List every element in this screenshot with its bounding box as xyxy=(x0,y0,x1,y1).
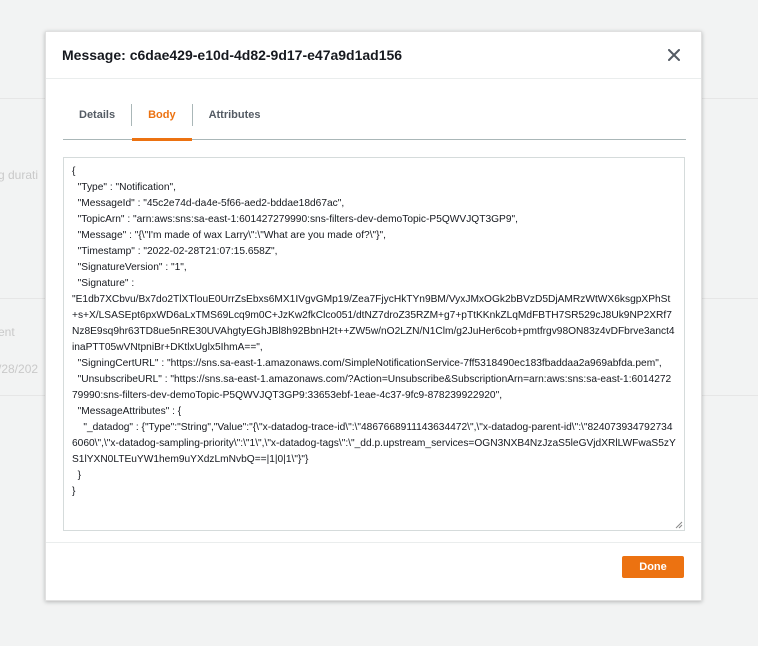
background-text-fragment: ent xyxy=(0,325,15,339)
close-icon xyxy=(668,49,680,61)
tab-attributes[interactable]: Attributes xyxy=(193,102,277,140)
message-body-text: { "Type" : "Notification", "MessageId" :… xyxy=(72,166,676,497)
background-text-fragment: g durati xyxy=(0,168,39,182)
message-modal: Message: c6dae429-e10d-4d82-9d17-e47a9d1… xyxy=(45,31,702,601)
tab-details[interactable]: Details xyxy=(63,102,131,140)
done-button[interactable]: Done xyxy=(622,556,684,578)
modal-footer: Done xyxy=(46,542,701,600)
background-text-fragment: /28/202 xyxy=(0,362,39,376)
modal-title: Message: c6dae429-e10d-4d82-9d17-e47a9d1… xyxy=(62,47,403,63)
resize-handle-icon[interactable] xyxy=(674,520,683,529)
modal-header: Message: c6dae429-e10d-4d82-9d17-e47a9d1… xyxy=(46,32,701,79)
close-button[interactable] xyxy=(663,44,685,66)
tab-list: Details Body Attributes xyxy=(63,102,686,141)
tab-body[interactable]: Body xyxy=(132,102,192,141)
message-body-textarea[interactable]: { "Type" : "Notification", "MessageId" :… xyxy=(63,157,685,531)
